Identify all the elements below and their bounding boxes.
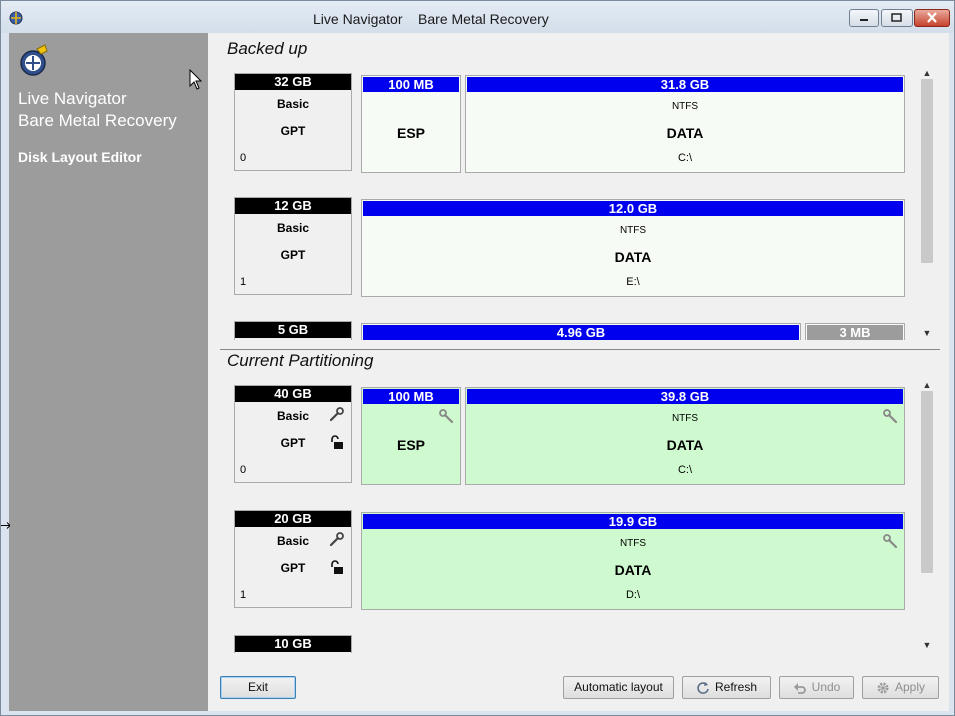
partition-fs: NTFS [619,225,647,236]
partition-label: DATA [666,125,704,141]
scroll-thumb[interactable] [921,79,933,263]
partition-size: 19.9 GB [363,514,903,529]
current-partition-esp[interactable]: 100 MB ESP [361,387,461,485]
close-icon [927,12,937,23]
minimize-icon [860,19,868,21]
disk-number: 0 [240,464,247,476]
automatic-layout-label: Automatic layout [574,680,663,694]
disk-style: GPT [280,124,306,138]
disk-size: 32 GB [235,74,351,90]
globe-gear-icon [20,44,48,76]
refresh-icon [697,681,709,694]
partition-label: DATA [614,249,652,265]
partition-label: ESP [396,125,425,141]
backed-partition-esp[interactable]: 100 MB ESP [361,75,461,173]
backed-partition-d2-2[interactable]: 3 MB [805,323,905,340]
window-title: Live Navigator Bare Metal Recovery [313,11,549,27]
partition-fs: NTFS [671,101,699,112]
maximize-button[interactable] [881,9,913,27]
mouse-cursor-icon [189,69,203,90]
backed-up-disk-list[interactable]: 32 GB Basic GPT 0 100 MB ESP 31.8 GB NTF… [234,73,912,340]
current-disk-1[interactable]: 20 GB Basic GPT 1 [234,510,352,608]
sidebar-subtitle: Disk Layout Editor [18,149,142,165]
backed-disk-1[interactable]: 12 GB Basic GPT 1 [234,197,352,295]
partition-label: DATA [614,562,652,578]
close-button[interactable] [914,9,950,27]
wrench-icon[interactable] [329,531,345,547]
wrench-icon[interactable] [438,408,454,424]
disk-number: 1 [240,589,247,601]
current-disk-2[interactable]: 10 GB [234,635,352,653]
disk-number: 0 [240,152,247,164]
current-partition-c[interactable]: 39.8 GB NTFS DATA C:\ [465,387,905,485]
main-window: Live Navigator Bare Metal Recovery Live … [0,0,955,716]
sidebar-title-line1: Live Navigator [18,89,127,108]
undo-label: Undo [811,680,841,694]
section-divider [220,349,940,350]
exit-label: Exit [247,680,268,694]
app-icon[interactable] [8,10,24,26]
partition-size: 100 MB [363,77,459,92]
partition-drive: D:\ [625,589,641,601]
unlocked-padlock-icon[interactable] [329,559,345,575]
maximize-icon [891,13,902,22]
scroll-thumb[interactable] [921,391,933,573]
backed-partition-c[interactable]: 31.8 GB NTFS DATA C:\ [465,75,905,173]
disk-type: Basic [276,221,310,235]
partition-label: DATA [666,437,704,453]
disk-size: 10 GB [235,636,351,652]
refresh-button[interactable]: Refresh [682,676,771,699]
partition-size: 4.96 GB [363,325,799,340]
backed-disk-0[interactable]: 32 GB Basic GPT 0 [234,73,352,171]
client-area: Live Navigator Bare Metal Recovery Disk … [9,33,949,711]
scroll-up-icon[interactable]: ▲ [920,67,934,79]
disk-style: GPT [280,248,306,262]
backed-partition-e[interactable]: 12.0 GB NTFS DATA E:\ [361,199,905,297]
automatic-layout-button[interactable]: Automatic layout [563,676,674,699]
current-disk-0[interactable]: 40 GB Basic GPT 0 [234,385,352,483]
apply-button[interactable]: Apply [862,676,939,699]
partition-size: 3 MB [807,325,903,340]
current-disk-list[interactable]: 40 GB Basic GPT 0 100 MB ESP 39.8 GB NTF… [234,385,912,653]
backed-partition-d2-1[interactable]: 4.96 GB [361,323,801,340]
disk-type: Basic [276,97,310,111]
backed-up-scrollbar[interactable]: ▲ ▼ [920,67,934,339]
current-scrollbar[interactable]: ▲ ▼ [920,379,934,653]
partition-drive: E:\ [626,276,640,288]
partition-size: 12.0 GB [363,201,903,216]
scroll-up-icon[interactable]: ▲ [920,379,934,391]
undo-button[interactable]: Undo [779,676,854,699]
wrench-icon[interactable] [329,406,345,422]
title-bar[interactable]: Live Navigator Bare Metal Recovery [1,1,954,33]
unlocked-padlock-icon[interactable] [329,434,345,450]
disk-number: 1 [240,276,247,288]
undo-icon [793,682,806,694]
partition-fs: NTFS [619,538,647,549]
backed-up-title: Backed up [227,39,308,58]
scroll-down-icon[interactable]: ▼ [920,327,934,339]
resize-cursor-icon [1,522,10,529]
scroll-down-icon[interactable]: ▼ [920,639,934,651]
partition-drive: C:\ [677,152,693,164]
exit-button[interactable]: Exit [220,676,296,699]
minimize-button[interactable] [849,9,879,27]
partition-drive: C:\ [677,464,693,476]
disk-size: 20 GB [235,511,351,527]
partition-label: ESP [396,437,425,453]
current-partition-d[interactable]: 19.9 GB NTFS DATA D:\ [361,512,905,610]
refresh-label: Refresh [714,680,758,694]
apply-label: Apply [894,680,926,694]
current-partitioning-title: Current Partitioning [227,351,374,370]
sidebar: Live Navigator Bare Metal Recovery Disk … [9,33,208,711]
partition-size: 39.8 GB [467,389,903,404]
disk-size: 40 GB [235,386,351,402]
partition-fs: NTFS [671,413,699,424]
partition-size: 100 MB [363,389,459,404]
disk-size: 5 GB [235,322,351,338]
backed-disk-2[interactable]: 5 GB [234,321,352,340]
partition-size: 31.8 GB [467,77,903,92]
disk-size: 12 GB [235,198,351,214]
sidebar-title-line2: Bare Metal Recovery [18,111,177,130]
gear-icon [877,682,889,694]
